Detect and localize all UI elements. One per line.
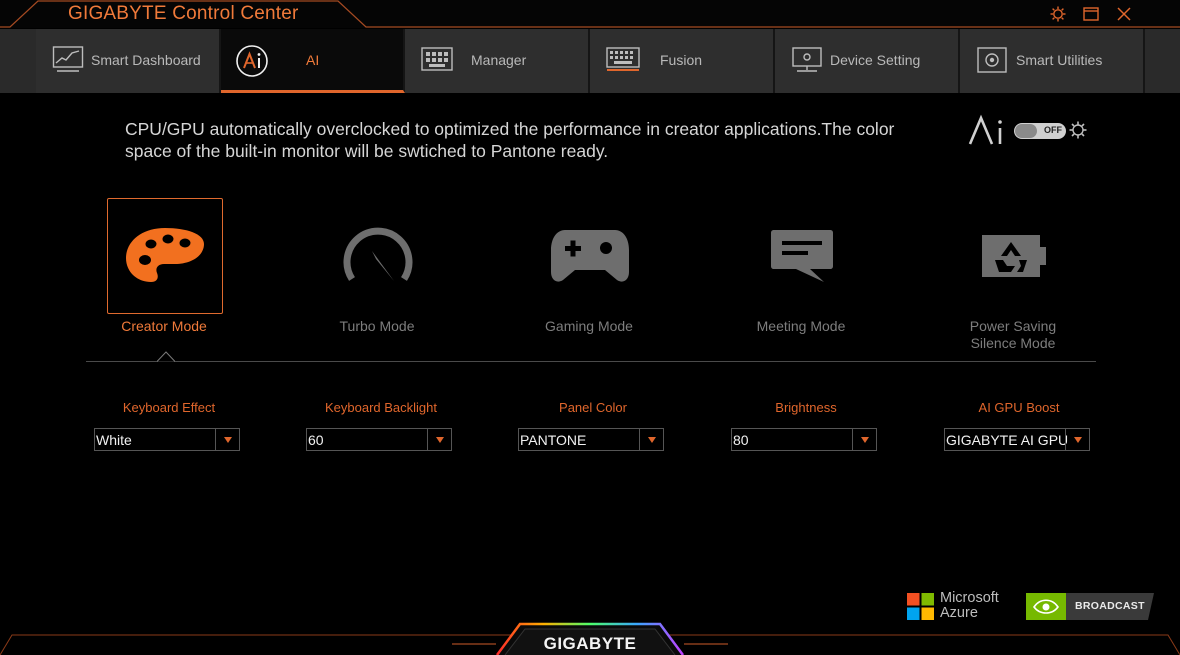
keyboard-backlight-label: Keyboard Backlight: [324, 400, 437, 415]
keyboard-effect-value: White: [96, 432, 132, 448]
tab-label-ai: AI: [306, 52, 320, 68]
tab-label-smart-utilities: Smart Utilities: [1016, 52, 1103, 68]
dropdown-arrow-icon: [1065, 429, 1089, 450]
toggle-state-label: OFF: [1044, 125, 1062, 135]
title-bar: GIGABYTE Control Center: [0, 0, 1180, 28]
mode-meeting-frame: [744, 198, 860, 314]
tab-label-smart-dashboard: Smart Dashboard: [91, 52, 201, 68]
panel-color-select[interactable]: PANTONE: [518, 428, 664, 451]
dashboard-icon: [52, 46, 84, 72]
tab-device-setting[interactable]: Device Setting: [775, 29, 960, 93]
maximize-icon: [1083, 7, 1099, 21]
keyboard-icon: [606, 47, 640, 71]
gamepad-icon: [551, 230, 629, 282]
setting-panel-color: Panel Color PANTONE: [518, 400, 668, 451]
main-tab-bar: Smart Dashboard AI Manager Fusion Device…: [0, 29, 1180, 93]
setting-keyboard-backlight: Keyboard Backlight 60: [306, 400, 456, 451]
close-icon: [1117, 7, 1131, 21]
ai-toggle-switch[interactable]: OFF: [1014, 123, 1066, 139]
tab-manager[interactable]: Manager: [405, 29, 590, 93]
keyboard-backlight-select[interactable]: 60: [306, 428, 452, 451]
mode-gaming[interactable]: Gaming Mode: [499, 198, 679, 358]
maximize-button[interactable]: [1080, 4, 1102, 24]
panel-color-label: Panel Color: [559, 400, 627, 415]
mode-meeting-label: Meeting Mode: [756, 318, 846, 334]
mode-turbo[interactable]: Turbo Mode: [287, 198, 467, 358]
ai-settings-button[interactable]: [1068, 120, 1088, 145]
dropdown-arrow-icon: [852, 429, 876, 450]
monitor-icon: [792, 47, 822, 72]
azure-line-1: Microsoft: [940, 590, 999, 606]
ai-gpu-boost-value: GIGABYTE AI GPU: [946, 432, 1069, 448]
mode-creator-frame: [107, 198, 223, 314]
setting-brightness: Brightness 80: [731, 400, 881, 451]
utilities-icon: [977, 47, 1007, 73]
tab-label-fusion: Fusion: [660, 52, 703, 68]
setting-ai-gpu-boost: AI GPU Boost GIGABYTE AI GPU: [944, 400, 1094, 451]
tab-smart-utilities[interactable]: Smart Utilities: [960, 29, 1145, 93]
tab-smart-dashboard[interactable]: Smart Dashboard: [36, 29, 221, 93]
mode-power-saving-frame: [956, 198, 1072, 314]
ai-gpu-boost-label: AI GPU Boost: [978, 400, 1060, 415]
brightness-label: Brightness: [775, 400, 837, 415]
chat-bubble-icon: [771, 230, 833, 282]
settings-gear-button[interactable]: [1047, 4, 1069, 24]
tab-label-device-setting: Device Setting: [830, 52, 921, 68]
mode-turbo-frame: [320, 198, 436, 314]
ai-icon: [236, 45, 268, 77]
brightness-value: 80: [733, 432, 749, 448]
nvidia-broadcast-label: BROADCAST: [1075, 600, 1145, 612]
battery-recycle-icon: [982, 235, 1046, 277]
tab-ai[interactable]: AI: [221, 29, 405, 93]
close-button[interactable]: [1113, 4, 1135, 24]
keyboard-effect-select[interactable]: White: [94, 428, 240, 451]
dropdown-arrow-icon: [427, 429, 451, 450]
mode-gaming-frame: [532, 198, 648, 314]
manager-icon: [421, 47, 453, 71]
mode-turbo-label: Turbo Mode: [339, 318, 415, 334]
ai-gpu-boost-select[interactable]: GIGABYTE AI GPU: [944, 428, 1090, 451]
mode-gaming-label: Gaming Mode: [545, 318, 633, 334]
gear-icon: [1050, 6, 1066, 22]
mode-creator[interactable]: Creator Mode: [74, 198, 254, 358]
mode-meeting[interactable]: Meeting Mode: [711, 198, 891, 358]
gigabyte-brand-logo: GIGABYTE: [543, 634, 637, 653]
dropdown-arrow-icon: [215, 429, 239, 450]
setting-keyboard-effect: Keyboard Effect White: [94, 400, 244, 451]
gear-icon: [1069, 121, 1087, 139]
keyboard-backlight-value: 60: [308, 432, 324, 448]
app-title: GIGABYTE Control Center: [68, 3, 299, 24]
tab-fusion[interactable]: Fusion: [590, 29, 775, 93]
dropdown-arrow-icon: [639, 429, 663, 450]
panel-color-value: PANTONE: [520, 432, 587, 448]
keyboard-effect-label: Keyboard Effect: [122, 400, 216, 415]
mode-power-saving-label: Power Saving Silence Mode: [969, 318, 1057, 351]
toggle-knob: [1015, 124, 1037, 138]
speedometer-icon: [343, 227, 413, 281]
mode-power-saving[interactable]: Power Saving Silence Mode: [923, 198, 1103, 358]
ai-logo-icon: [968, 114, 1002, 145]
palette-icon: [126, 228, 204, 282]
brightness-select[interactable]: 80: [731, 428, 877, 451]
tab-label-manager: Manager: [471, 52, 527, 68]
mode-description: CPU/GPU automatically overclocked to opt…: [125, 119, 895, 161]
mode-divider: [86, 361, 1096, 362]
mode-creator-label: Creator Mode: [121, 318, 207, 334]
selected-mode-caret-icon: [157, 351, 175, 362]
